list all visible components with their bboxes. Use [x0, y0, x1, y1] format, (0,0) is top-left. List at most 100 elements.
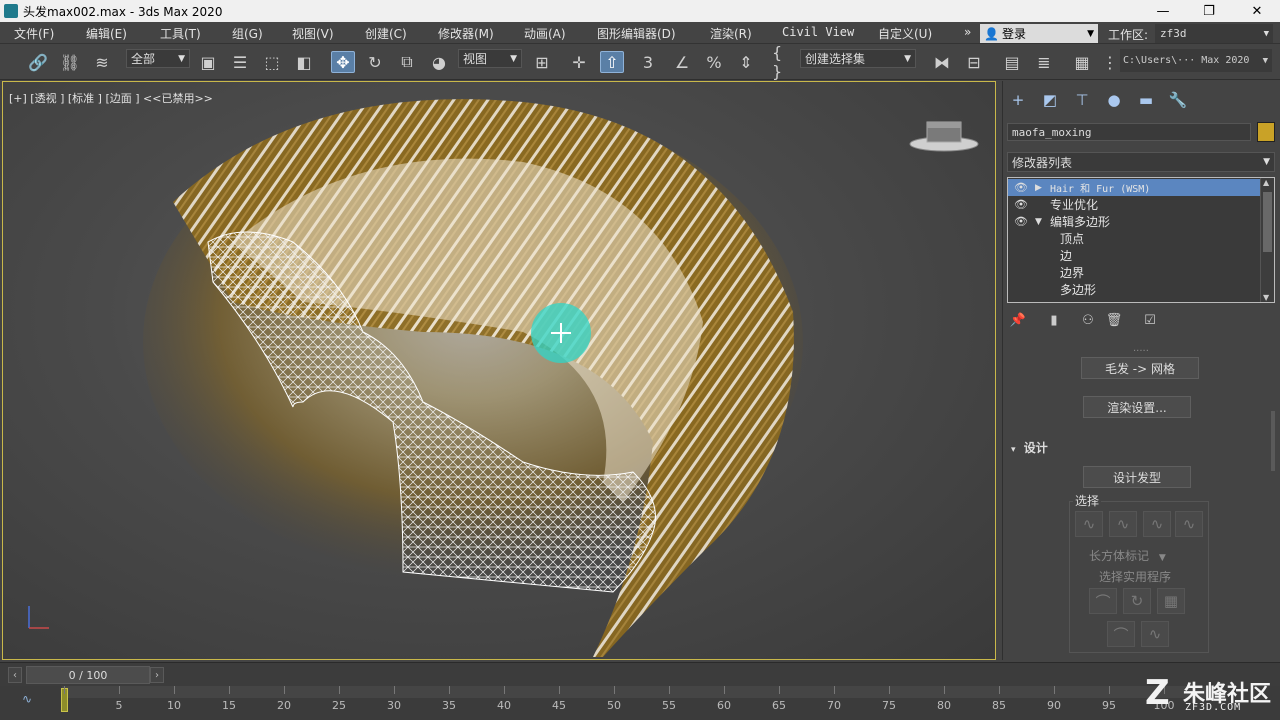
- rect-selection-icon[interactable]: ⬚: [260, 51, 284, 73]
- scroll-up-icon[interactable]: ▲: [1263, 178, 1269, 187]
- expand-selection-icon[interactable]: ▦: [1157, 588, 1185, 614]
- eye-icon[interactable]: 👁: [1014, 181, 1028, 194]
- place-icon[interactable]: ◕: [427, 51, 451, 73]
- pin-stack-icon[interactable]: 📌: [1009, 311, 1027, 329]
- spinner-snap-icon[interactable]: ⇕: [734, 51, 758, 73]
- configure-sets-icon[interactable]: ☑: [1141, 311, 1159, 329]
- stack-item-hair-fur[interactable]: 👁 ▶ Hair 和 Fur (WSM): [1008, 179, 1260, 196]
- named-selection-set-dropdown[interactable]: 创建选择集 ▼: [800, 49, 916, 68]
- select-by-name-icon[interactable]: ☰: [228, 51, 252, 73]
- eye-icon[interactable]: 👁: [1014, 198, 1028, 211]
- menu-civil-view[interactable]: Civil View: [782, 25, 854, 39]
- workspace-dropdown[interactable]: zf3d ▼: [1155, 24, 1273, 43]
- snap-toggle-icon[interactable]: 3: [636, 51, 660, 73]
- box-marker-dropdown[interactable]: 长方体标记 ▼: [1089, 547, 1166, 564]
- select-hair-guide-icon[interactable]: ∿: [1075, 511, 1103, 537]
- eye-icon[interactable]: 👁: [1014, 215, 1028, 228]
- object-name-field[interactable]: maofa_moxing: [1007, 123, 1251, 141]
- menu-rendering[interactable]: 渲染(R): [710, 25, 752, 42]
- select-manipulate-icon[interactable]: ✛: [567, 51, 591, 73]
- window-crossing-icon[interactable]: ◧: [292, 51, 316, 73]
- viewport-label[interactable]: [+] [透视 ] [标准 ] [边面 ] <<已禁用>>: [9, 90, 213, 106]
- menu-tools[interactable]: 工具(T): [160, 25, 201, 42]
- stack-subitem-edge[interactable]: 边: [1008, 247, 1260, 264]
- menu-overflow-icon[interactable]: »: [964, 25, 971, 39]
- angle-snap-icon[interactable]: ∠: [670, 51, 694, 73]
- minimize-button[interactable]: —: [1140, 0, 1186, 22]
- stack-subitem-vertex[interactable]: 顶点: [1008, 230, 1260, 247]
- reference-coord-dropdown[interactable]: 视图 ▼: [458, 49, 522, 68]
- move-icon[interactable]: ✥: [331, 51, 355, 73]
- pivot-center-icon[interactable]: ⊞: [530, 51, 554, 73]
- close-button[interactable]: ✕: [1234, 0, 1280, 22]
- time-slider-frame[interactable]: 0 / 100: [26, 666, 150, 684]
- panel-scrollbar[interactable]: [1271, 411, 1275, 471]
- rotate-selection-icon[interactable]: ↻: [1123, 588, 1151, 614]
- remove-modifier-icon[interactable]: 🗑: [1105, 311, 1123, 329]
- selection-filter-dropdown[interactable]: 全部 ▼: [126, 49, 190, 68]
- stack-subitem-border[interactable]: 边界: [1008, 264, 1260, 281]
- curve-editor-mini-icon[interactable]: ∿: [22, 692, 32, 706]
- show-hidden-icon[interactable]: ∿: [1141, 621, 1169, 647]
- keyboard-shortcut-override-icon[interactable]: ⇧: [600, 51, 624, 73]
- design-hair-button[interactable]: 设计发型: [1083, 466, 1191, 488]
- make-unique-icon[interactable]: ⚇: [1079, 311, 1097, 329]
- scene-explorer-icon[interactable]: ▤: [1000, 51, 1024, 73]
- menu-edit[interactable]: 编辑(E): [86, 25, 127, 42]
- create-tab-icon[interactable]: +: [1007, 89, 1029, 111]
- menu-graph-editors[interactable]: 图形编辑器(D): [597, 25, 676, 42]
- menu-animation[interactable]: 动画(A): [524, 25, 566, 42]
- modify-tab-icon[interactable]: ◩: [1039, 89, 1061, 111]
- modifier-stack[interactable]: 👁 ▶ Hair 和 Fur (WSM) 👁 专业优化 👁 ▼ 编辑多边形 顶点…: [1007, 177, 1275, 303]
- render-settings-button[interactable]: 渲染设置...: [1083, 396, 1191, 418]
- maximize-button[interactable]: ❐: [1186, 0, 1232, 22]
- select-hair-tip-icon[interactable]: ∿: [1143, 511, 1171, 537]
- scroll-down-icon[interactable]: ▼: [1263, 293, 1269, 302]
- login-dropdown[interactable]: 👤 登录 ▼: [980, 24, 1098, 43]
- menu-modifiers[interactable]: 修改器(M): [438, 25, 494, 42]
- curve-editor-icon[interactable]: ⋮: [1098, 51, 1122, 73]
- show-end-result-icon[interactable]: ▮: [1045, 311, 1063, 329]
- design-section-header[interactable]: ▾ 设计: [1011, 439, 1048, 456]
- perspective-viewport[interactable]: [+] [透视 ] [标准 ] [边面 ] <<已禁用>>: [2, 81, 996, 660]
- next-frame-icon[interactable]: ›: [150, 667, 164, 683]
- utilities-tab-icon[interactable]: 🔧: [1167, 89, 1189, 111]
- scale-icon[interactable]: ⧉: [395, 51, 419, 73]
- time-slider[interactable]: ‹ 0 / 100 ›: [0, 662, 1280, 686]
- invert-selection-icon[interactable]: ⌒: [1089, 588, 1117, 614]
- stack-item-pro-optimizer[interactable]: 👁 专业优化: [1008, 196, 1260, 213]
- menu-customize[interactable]: 自定义(U): [878, 25, 932, 42]
- track-line[interactable]: [62, 686, 1212, 698]
- menu-view[interactable]: 视图(V): [292, 25, 334, 42]
- link-icon[interactable]: 🔗: [26, 51, 50, 73]
- prev-frame-icon[interactable]: ‹: [8, 667, 22, 683]
- display-tab-icon[interactable]: ▬: [1135, 89, 1157, 111]
- menu-file[interactable]: 文件(F): [14, 25, 54, 42]
- collapse-icon[interactable]: ▼: [1035, 217, 1042, 227]
- select-hair-root-icon[interactable]: ∿: [1109, 511, 1137, 537]
- stack-item-edit-poly[interactable]: 👁 ▼ 编辑多边形: [1008, 213, 1260, 230]
- unlink-icon[interactable]: ⛓: [58, 51, 82, 73]
- mirror-icon[interactable]: ⧓: [930, 51, 954, 73]
- select-object-icon[interactable]: ▣: [196, 51, 220, 73]
- motion-tab-icon[interactable]: ●: [1103, 89, 1125, 111]
- hair-model-render[interactable]: [3, 82, 996, 660]
- expand-icon[interactable]: ▶: [1035, 183, 1042, 193]
- named-selection-icon[interactable]: { }: [772, 43, 796, 81]
- modifier-list-dropdown[interactable]: 修改器列表 ▼: [1007, 152, 1275, 172]
- project-path-dropdown[interactable]: C:\Users\··· Max 2020 ▼: [1120, 49, 1272, 72]
- track-bar[interactable]: ∿ 5 10 15 20 25 30 35 40 45 50 55 60 65 70 75 80 85 90 95 1…: [0, 686, 1280, 720]
- menu-group[interactable]: 组(G): [232, 25, 263, 42]
- rotate-icon[interactable]: ↻: [363, 51, 387, 73]
- hair-to-mesh-button[interactable]: 毛发 -> 网格: [1081, 357, 1199, 379]
- hierarchy-tab-icon[interactable]: ⊤: [1071, 89, 1093, 111]
- bind-spacewarp-icon[interactable]: ≋: [90, 51, 114, 73]
- object-color-swatch[interactable]: [1257, 122, 1275, 142]
- stack-scrollbar[interactable]: ▲ ▼: [1260, 178, 1274, 302]
- ribbon-toggle-icon[interactable]: ▦: [1070, 51, 1094, 73]
- layer-explorer-icon[interactable]: ≣: [1032, 51, 1056, 73]
- viewcube-icon[interactable]: [909, 120, 979, 152]
- scroll-thumb[interactable]: [1263, 192, 1272, 252]
- select-hair-all-icon[interactable]: ∿: [1175, 511, 1203, 537]
- hide-selected-icon[interactable]: ⌒: [1107, 621, 1135, 647]
